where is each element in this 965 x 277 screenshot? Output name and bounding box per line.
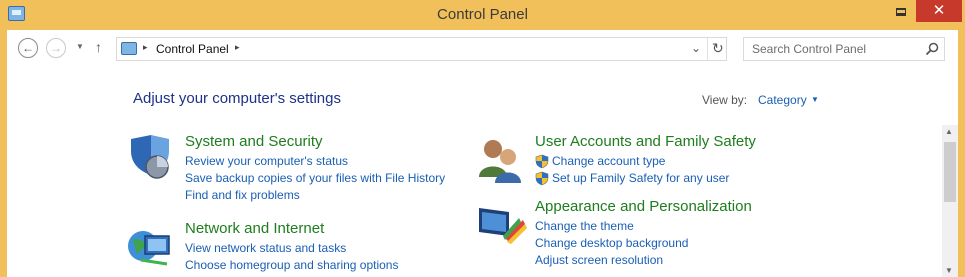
close-button[interactable]: ✕ (916, 0, 962, 22)
link-label[interactable]: Set up Family Safety for any user (552, 170, 729, 187)
link-view-network-status[interactable]: View network status and tasks (185, 240, 398, 257)
page-title: Adjust your computer's settings (133, 90, 341, 107)
link-save-backup-copies[interactable]: Save backup copies of your files with Fi… (185, 170, 445, 187)
link-review-computer-status[interactable]: Review your computer's status (185, 153, 445, 170)
recent-locations-dropdown-icon[interactable]: ▼ (76, 42, 84, 51)
back-button[interactable]: ← (18, 38, 38, 58)
network-globe-icon[interactable] (125, 220, 177, 272)
category-title[interactable]: Appearance and Personalization (535, 198, 752, 215)
search-placeholder: Search Control Panel (752, 42, 867, 56)
uac-shield-icon (535, 154, 549, 169)
link-family-safety[interactable]: Set up Family Safety for any user (535, 170, 729, 187)
breadcrumb-chevron-icon[interactable]: ▸ (143, 42, 148, 53)
client-area: ← → ▼ ↑ ▸ Control Panel ▸ ⌄ ↻ Search Con… (7, 30, 958, 277)
up-one-level-button[interactable]: ↑ (95, 39, 102, 55)
vertical-scrollbar[interactable]: ▲ ▼ (942, 125, 958, 277)
users-icon[interactable] (475, 133, 527, 185)
appearance-monitor-icon[interactable] (475, 198, 527, 250)
close-icon: ✕ (932, 2, 946, 19)
uac-shield-icon (535, 171, 549, 186)
search-icon[interactable] (924, 41, 940, 57)
scroll-up-arrow-icon[interactable]: ▲ (945, 127, 953, 136)
address-history-chevron-icon[interactable]: ⌄ (691, 41, 701, 55)
breadcrumb-chevron-icon[interactable]: ▸ (235, 42, 240, 53)
refresh-icon[interactable]: ↻ (712, 40, 724, 57)
control-panel-window: Control Panel ✕ ← → ▼ ↑ ▸ Control Panel … (0, 0, 965, 277)
category-title[interactable]: Network and Internet (185, 220, 324, 237)
view-by-dropdown[interactable]: Category (758, 93, 807, 107)
control-panel-location-icon (121, 42, 137, 55)
link-adjust-screen-resolution[interactable]: Adjust screen resolution (535, 252, 688, 269)
link-homegroup-sharing[interactable]: Choose homegroup and sharing options (185, 257, 398, 274)
maximize-icon (896, 7, 906, 16)
link-change-desktop-background[interactable]: Change desktop background (535, 235, 688, 252)
scroll-down-arrow-icon[interactable]: ▼ (945, 266, 953, 275)
category-title[interactable]: System and Security (185, 133, 323, 150)
back-arrow-icon: ← (22, 41, 34, 55)
address-bar[interactable]: ▸ Control Panel ▸ ⌄ ↻ (116, 37, 727, 61)
title-bar[interactable]: Control Panel ✕ (0, 0, 965, 30)
forward-button[interactable]: → (46, 38, 66, 58)
link-find-fix-problems[interactable]: Find and fix problems (185, 187, 445, 204)
link-change-account-type[interactable]: Change account type (535, 153, 729, 170)
system-security-shield-icon[interactable] (125, 133, 177, 185)
scroll-thumb[interactable] (944, 142, 956, 202)
window-title: Control Panel (437, 6, 528, 23)
view-by-caret-icon[interactable]: ▼ (811, 95, 819, 104)
link-label[interactable]: Change account type (552, 153, 665, 170)
search-input[interactable]: Search Control Panel (743, 37, 945, 61)
navigation-bar: ← → ▼ ↑ ▸ Control Panel ▸ ⌄ ↻ Search Con… (7, 30, 958, 68)
main-content: Adjust your computer's settings View by:… (7, 68, 958, 277)
maximize-button[interactable] (887, 0, 915, 22)
forward-arrow-icon: → (50, 41, 62, 55)
link-change-theme[interactable]: Change the theme (535, 218, 688, 235)
category-title[interactable]: User Accounts and Family Safety (535, 133, 756, 150)
view-by-label: View by: (702, 93, 748, 107)
address-separator (707, 38, 708, 60)
breadcrumb-control-panel[interactable]: Control Panel (156, 42, 229, 56)
